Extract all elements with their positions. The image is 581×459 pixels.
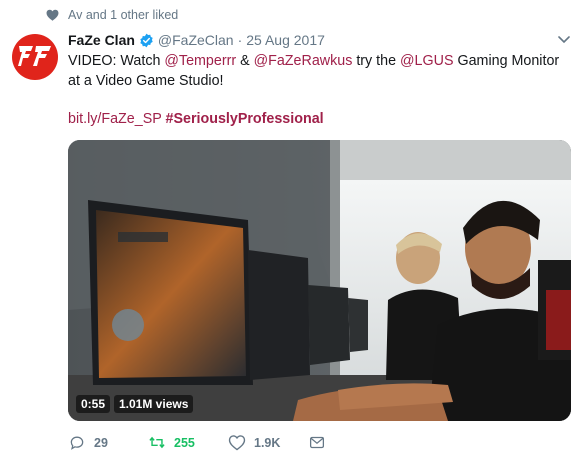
mention-fazerawkus[interactable]: @FaZeRawkus xyxy=(254,53,353,69)
video-views: 1.01M views xyxy=(114,395,194,413)
short-link[interactable]: bit.ly/FaZe_SP xyxy=(68,111,162,127)
mention-temperrr[interactable]: @Temperrr xyxy=(164,53,236,69)
retweet-button[interactable]: 255 xyxy=(148,434,228,451)
tweet-link-line: bit.ly/FaZe_SP #SeriouslyProfessional xyxy=(68,109,324,129)
video-thumbnail xyxy=(68,140,571,421)
mention-lgus[interactable]: @LGUS xyxy=(400,53,453,69)
like-button[interactable]: 1.9K xyxy=(228,434,308,451)
video-duration: 0:55 xyxy=(76,395,111,413)
like-count: 1.9K xyxy=(254,435,281,450)
separator-dot: · xyxy=(237,32,243,48)
reply-count: 29 xyxy=(94,435,108,450)
faze-logo xyxy=(18,46,51,66)
heart-icon xyxy=(46,9,59,21)
tweet-text: VIDEO: Watch @Temperrr & @FaZeRawkus try… xyxy=(68,51,568,91)
tweet-header: FaZe Clan @FaZeClan · 25 Aug 2017 xyxy=(68,32,325,48)
tweet-text-part: VIDEO: Watch xyxy=(68,53,165,69)
direct-message-button[interactable] xyxy=(308,434,334,451)
retweet-icon xyxy=(149,436,165,449)
avatar[interactable] xyxy=(12,34,58,80)
author-handle[interactable]: @FaZeClan xyxy=(158,32,234,48)
retweet-count: 255 xyxy=(174,435,195,450)
hashtag-link[interactable]: #SeriouslyProfessional xyxy=(166,111,324,127)
verified-badge-icon xyxy=(140,33,153,47)
reply-icon xyxy=(70,436,84,450)
reply-button[interactable]: 29 xyxy=(68,434,148,451)
message-icon xyxy=(309,436,325,449)
like-icon xyxy=(228,435,246,451)
video-player[interactable]: 0:55 1.01M views xyxy=(68,140,571,421)
chevron-down-icon[interactable] xyxy=(558,36,570,44)
tweet-text-part: & xyxy=(236,53,254,69)
social-context[interactable]: Av and 1 other liked xyxy=(46,8,178,22)
author-name[interactable]: FaZe Clan xyxy=(68,32,135,48)
tweet-text-part: try the xyxy=(352,53,401,69)
tweet-actions: 29 255 1.9K xyxy=(68,434,334,451)
tweet-date[interactable]: 25 Aug 2017 xyxy=(246,32,325,48)
social-context-text: Av and 1 other liked xyxy=(68,8,179,22)
